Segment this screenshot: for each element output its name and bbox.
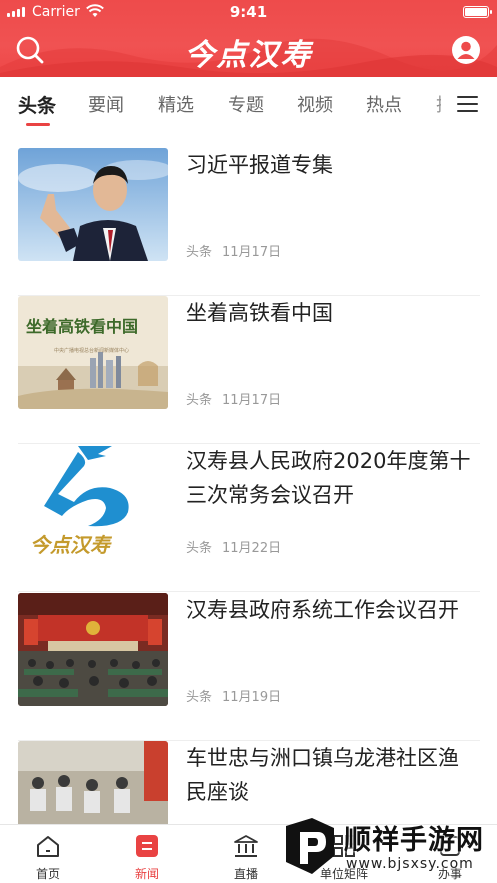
article-date: 11月17日 <box>222 245 282 260</box>
article-title: 坐着高铁看中国 <box>186 301 333 325</box>
battery-icon <box>463 6 492 18</box>
article-category: 头条 <box>186 541 213 556</box>
nav-news[interactable]: 新闻 <box>107 833 187 882</box>
news-icon <box>136 835 158 857</box>
news-list-item[interactable]: 习近平报道专集 头条 11月17日 <box>18 148 480 296</box>
tab-video[interactable]: 视频 <box>297 91 333 117</box>
article-title: 汉寿县政府系统工作会议召开 <box>186 598 459 622</box>
category-tabs: 头条 要闻 精选 专题 视频 热点 技 <box>0 77 497 129</box>
app-logo: 今点汉寿 <box>184 38 313 73</box>
article-thumbnail: 坐着高铁看中国 中央广播电视总台新闻新媒体中心 <box>18 296 168 409</box>
active-tab-indicator <box>26 123 50 126</box>
app-header: Carrier 9:41 今点汉寿 <box>0 0 497 77</box>
news-list-item[interactable]: 坐着高铁看中国 中央广播电视总台新闻新媒体中心 坐着高铁看中国 头条 11月17日 <box>18 296 480 444</box>
nav-home[interactable]: 首页 <box>8 833 88 882</box>
article-date: 11月22日 <box>222 541 282 556</box>
home-icon <box>37 836 59 857</box>
nav-label: 直播 <box>233 867 258 881</box>
tab-topics[interactable]: 专题 <box>228 91 264 117</box>
news-list-item[interactable]: 汉寿县政府系统工作会议召开 头条 11月19日 <box>18 593 480 741</box>
watermark-logo-icon <box>286 818 334 874</box>
thumb-headline: 坐着高铁看中国 <box>26 317 138 336</box>
article-title: 车世忠与洲口镇乌龙港社区渔民座谈 <box>186 746 459 804</box>
article-category: 头条 <box>186 393 213 408</box>
tab-headlines[interactable]: 头条 <box>18 91 56 118</box>
article-title: 汉寿县人民政府2020年度第十三次常务会议召开 <box>186 449 471 507</box>
article-meta: 头条 11月22日 <box>186 537 281 556</box>
article-category: 头条 <box>186 690 213 705</box>
article-thumbnail <box>18 593 168 706</box>
article-date: 11月19日 <box>222 690 282 705</box>
article-date: 11月17日 <box>222 393 282 408</box>
profile-icon[interactable] <box>451 35 481 65</box>
tab-key-news[interactable]: 要闻 <box>88 91 124 117</box>
nav-live[interactable]: 直播 <box>206 833 286 882</box>
article-meta: 头条 11月19日 <box>186 686 281 705</box>
news-list-item[interactable]: 今点汉寿 汉寿县人民政府2020年度第十三次常务会议召开 头条 11月22日 <box>18 444 480 592</box>
live-icon <box>234 835 258 857</box>
status-bar: Carrier 9:41 <box>0 0 497 26</box>
menu-icon[interactable] <box>441 77 497 129</box>
clock: 9:41 <box>229 3 268 21</box>
nav-label: 新闻 <box>134 867 159 881</box>
article-meta: 头条 11月17日 <box>186 241 281 260</box>
nav-label: 首页 <box>35 867 60 881</box>
watermark-name: 顺祥手游网 <box>344 825 484 856</box>
watermark-url: www.bjsxsy.com <box>346 856 474 872</box>
tab-hot[interactable]: 热点 <box>366 91 402 117</box>
thumb-logo-text: 今点汉寿 <box>30 533 113 557</box>
article-thumbnail <box>18 148 168 261</box>
tab-featured[interactable]: 精选 <box>158 91 194 117</box>
thumb-subtitle: 中央广播电视总台新闻新媒体中心 <box>54 347 129 354</box>
article-title: 习近平报道专集 <box>186 153 333 177</box>
site-watermark: 顺祥手游网 www.bjsxsy.com <box>282 812 494 880</box>
article-meta: 头条 11月17日 <box>186 389 281 408</box>
article-thumbnail: 今点汉寿 <box>18 444 168 557</box>
article-category: 头条 <box>186 245 213 260</box>
